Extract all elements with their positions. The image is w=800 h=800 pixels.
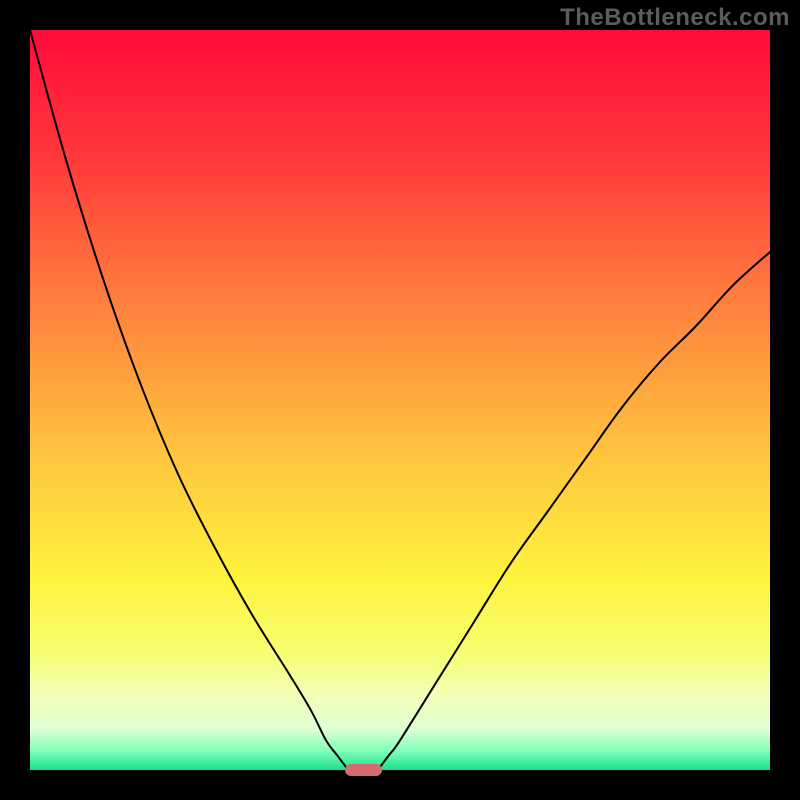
plot-area: [30, 30, 770, 770]
watermark-text: TheBottleneck.com: [560, 4, 790, 32]
bottleneck-curve: [30, 30, 770, 770]
curve-right-branch: [378, 252, 770, 770]
optimal-range-bar: [345, 764, 382, 776]
curve-left-branch: [30, 30, 348, 770]
chart-frame: TheBottleneck.com: [0, 0, 800, 800]
